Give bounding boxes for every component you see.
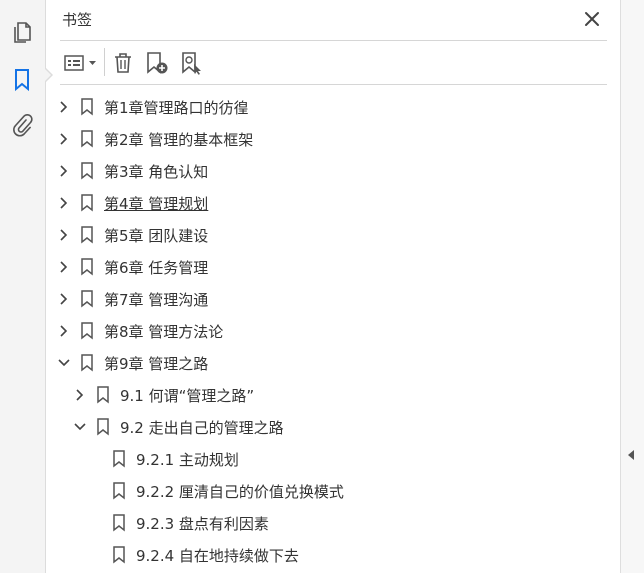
- chevron-down-icon[interactable]: [58, 357, 70, 369]
- bookmark-label[interactable]: 9.2.2 厘清自己的价值兑换模式: [136, 481, 344, 502]
- dropdown-icon: [88, 61, 96, 65]
- chevron-right-icon[interactable]: [58, 197, 70, 209]
- bookmark-icon: [80, 258, 94, 276]
- trash-icon: [115, 53, 131, 73]
- bookmark-icon: [80, 354, 94, 372]
- tree-item-9-2-4[interactable]: 9.2.4 自在地持续做下去: [90, 540, 299, 570]
- bookmark-icon: [80, 162, 94, 180]
- bookmark-label[interactable]: 第5章 团队建设: [104, 225, 208, 246]
- tree-item-ch6[interactable]: 第6章 任务管理: [58, 252, 208, 282]
- bookmarks-panel: 书签 第1章管理路口的彷徨 第2章 管理的基本框架 第3章 角色认知 第4章 管…: [46, 0, 620, 573]
- bookmark-icon: [112, 546, 126, 564]
- attachment-icon: [13, 113, 33, 137]
- bookmark-label[interactable]: 第4章 管理规划: [104, 193, 208, 214]
- tree-item-ch8[interactable]: 第8章 管理方法论: [58, 316, 223, 346]
- bookmark-icon: [96, 418, 110, 436]
- bookmark-label[interactable]: 9.2.1 主动规划: [136, 449, 239, 470]
- options-icon: [63, 55, 84, 71]
- chevron-right-icon[interactable]: [58, 133, 70, 145]
- bookmark-icon: [80, 194, 94, 212]
- title-divider: [60, 40, 607, 41]
- bookmark-icon: [96, 386, 110, 404]
- bookmark-label[interactable]: 9.1 何谓“管理之路”: [120, 385, 254, 406]
- bookmark-label[interactable]: 第7章 管理沟通: [104, 289, 208, 310]
- chevron-right-icon[interactable]: [58, 165, 70, 177]
- bookmark-label[interactable]: 9.2.4 自在地持续做下去: [136, 545, 299, 566]
- page-thumbnails-button[interactable]: [9, 20, 35, 46]
- bookmark-icon: [112, 514, 126, 532]
- bookmark-icon: [112, 482, 126, 500]
- bookmark-label[interactable]: 9.2 走出自己的管理之路: [120, 417, 284, 438]
- chevron-right-icon[interactable]: [58, 229, 70, 241]
- document-edge: [620, 0, 644, 573]
- chevron-right-icon[interactable]: [58, 261, 70, 273]
- bookmark-label[interactable]: 第3章 角色认知: [104, 161, 208, 182]
- bookmark-label[interactable]: 第6章 任务管理: [104, 257, 208, 278]
- close-icon: [585, 12, 599, 26]
- bookmark-icon: [80, 98, 94, 116]
- new-bookmark-button[interactable]: [143, 49, 171, 77]
- bookmark-icon: [80, 226, 94, 244]
- pages-icon: [14, 22, 31, 43]
- chevron-right-icon[interactable]: [58, 293, 70, 305]
- bookmark-label[interactable]: 第1章管理路口的彷徨: [104, 97, 249, 118]
- bookmark-icon: [80, 322, 94, 340]
- tree-item-ch5[interactable]: 第5章 团队建设: [58, 220, 208, 250]
- find-bookmark-button[interactable]: [178, 49, 206, 77]
- bookmark-label[interactable]: 9.2.3 盘点有利因素: [136, 513, 269, 534]
- tree-item-9-2-2[interactable]: 9.2.2 厘清自己的价值兑换模式: [90, 476, 344, 506]
- tree-item-ch7[interactable]: 第7章 管理沟通: [58, 284, 208, 314]
- tree-item-9-2-1[interactable]: 9.2.1 主动规划: [90, 444, 239, 474]
- tree-item-ch3[interactable]: 第3章 角色认知: [58, 156, 208, 186]
- navigation-rail: [0, 0, 46, 573]
- bookmark-icon: [80, 130, 94, 148]
- bookmark-label[interactable]: 第2章 管理的基本框架: [104, 129, 253, 150]
- tree-item-9-2[interactable]: 9.2 走出自己的管理之路: [74, 412, 284, 442]
- bookmark-icon: [80, 290, 94, 308]
- delete-bookmark-button[interactable]: [110, 49, 136, 77]
- collapse-panel-arrow-icon[interactable]: [628, 450, 634, 460]
- bookmark-label[interactable]: 第8章 管理方法论: [104, 321, 223, 342]
- toolbar-separator: [104, 48, 105, 76]
- panel-title: 书签: [62, 11, 93, 29]
- tree-item-9-1[interactable]: 9.1 何谓“管理之路”: [74, 380, 254, 410]
- tree-item-ch4[interactable]: 第4章 管理规划: [58, 188, 208, 218]
- bookmarks-button[interactable]: [9, 67, 35, 93]
- bookmark-search-icon: [182, 52, 201, 75]
- bookmark-icon: [15, 69, 29, 92]
- chevron-down-icon[interactable]: [74, 421, 86, 433]
- new-bookmark-icon: [147, 52, 168, 74]
- attachments-button[interactable]: [9, 112, 35, 138]
- tree-item-ch1[interactable]: 第1章管理路口的彷徨: [58, 92, 249, 122]
- tree-item-ch2[interactable]: 第2章 管理的基本框架: [58, 124, 253, 154]
- tree-item-9-2-3[interactable]: 9.2.3 盘点有利因素: [90, 508, 269, 538]
- chevron-right-icon[interactable]: [58, 101, 70, 113]
- chevron-right-icon[interactable]: [58, 325, 70, 337]
- toolbar-divider: [60, 84, 607, 85]
- options-menu-button[interactable]: [60, 49, 100, 77]
- bookmark-icon: [112, 450, 126, 468]
- chevron-right-icon[interactable]: [74, 389, 86, 401]
- tree-item-ch9[interactable]: 第9章 管理之路: [58, 348, 208, 378]
- bookmark-label[interactable]: 第9章 管理之路: [104, 353, 208, 374]
- close-panel-button[interactable]: [583, 10, 601, 28]
